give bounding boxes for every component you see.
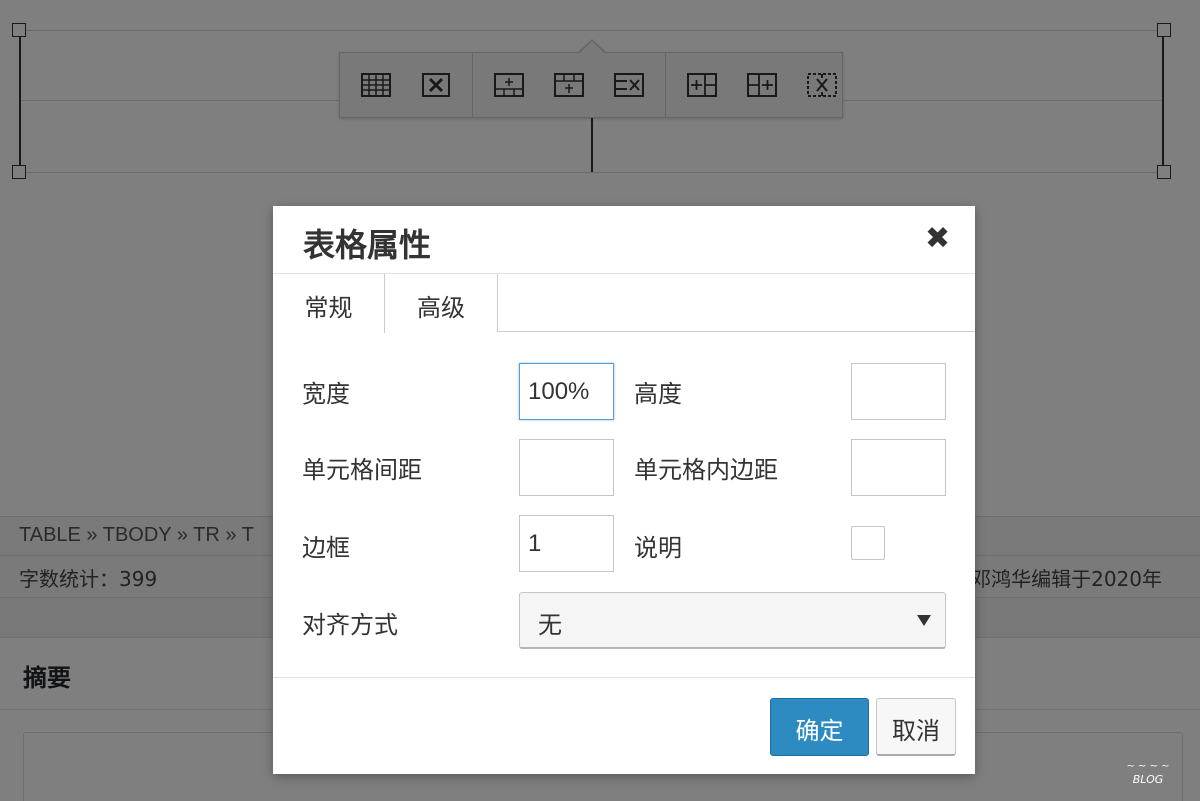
tab-general[interactable]: 常规	[273, 274, 385, 333]
cellpadding-label: 单元格内边距	[634, 456, 778, 484]
border-label: 边框	[302, 534, 350, 562]
close-icon[interactable]: ✖	[925, 224, 950, 254]
caption-checkbox[interactable]	[851, 526, 885, 560]
tab-advanced[interactable]: 高级	[385, 274, 498, 332]
blog-watermark: ~ ~ ~ ~ BLOG	[1126, 761, 1170, 786]
dialog-title: 表格属性	[303, 226, 432, 264]
border-field[interactable]	[519, 515, 614, 572]
dialog-tabs: 常规 高级	[273, 274, 975, 333]
width-field[interactable]	[519, 363, 614, 420]
align-select[interactable]: 无	[519, 592, 946, 649]
caption-label: 说明	[634, 534, 682, 562]
height-field[interactable]	[851, 363, 946, 420]
dropdown-arrow-icon	[917, 615, 931, 626]
cellpadding-field[interactable]	[851, 439, 946, 496]
cellspacing-label: 单元格间距	[302, 456, 422, 484]
ok-button[interactable]: 确定	[770, 698, 869, 756]
table-properties-dialog: 表格属性 ✖ 常规 高级 宽度 高度 单元格间距 单元格内边距 边框 说明 对齐…	[273, 206, 975, 774]
cellspacing-field[interactable]	[519, 439, 614, 496]
align-label: 对齐方式	[302, 611, 398, 639]
dialog-body: 宽度 高度 单元格间距 单元格内边距 边框 说明 对齐方式 无	[273, 332, 975, 676]
width-label: 宽度	[302, 380, 350, 408]
align-selected-value: 无	[538, 611, 562, 639]
dialog-footer: 确定 取消	[273, 677, 975, 774]
height-label: 高度	[634, 380, 682, 408]
dialog-header: 表格属性 ✖	[273, 206, 975, 274]
cancel-button[interactable]: 取消	[876, 698, 956, 756]
